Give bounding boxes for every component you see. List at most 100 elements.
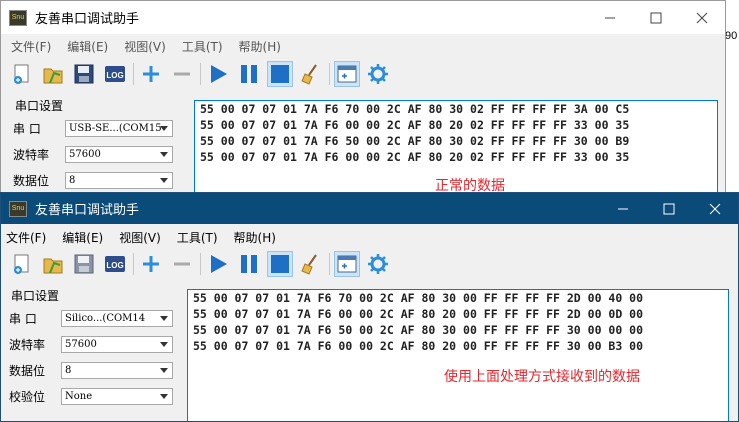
play-icon [211,255,227,273]
port-select[interactable]: Silico...(COM14 [61,309,173,327]
port-value: Silico...(COM14 [65,312,146,324]
databits-row: 数据位 8 [7,357,177,383]
menu-view[interactable]: 视图(V) [119,229,161,246]
maximize-icon [650,12,662,23]
broom-icon [301,254,317,275]
menu-edit[interactable]: 编辑(E) [67,38,108,55]
close-button[interactable] [679,1,725,34]
received-line: 55 00 07 07 01 7A F6 50 00 2C AF 80 30 0… [200,134,630,148]
window-title: 友善串口调试助手 [35,203,140,218]
received-line: 55 00 07 07 01 7A F6 50 00 2C AF 80 30 0… [193,323,644,337]
annotation-processed-data: 使用上面处理方式接收到的数据 [444,369,640,385]
menu-help[interactable]: 帮助(H) [239,38,281,55]
open-button[interactable] [40,61,66,87]
baud-select[interactable]: 57600 [65,145,173,163]
menu-edit[interactable]: 编辑(E) [62,229,103,246]
title-bar[interactable]: Snu 友善串口调试助手 [1,1,725,34]
received-line: 55 00 07 07 01 7A F6 00 00 2C AF 80 20 0… [200,118,630,132]
window-title: 友善串口调试助手 [35,12,140,27]
settings-button[interactable] [365,251,391,277]
pause-button[interactable] [236,251,262,277]
save-button[interactable] [71,61,97,87]
pause-button[interactable] [236,61,262,87]
toolbar-separator [329,63,330,85]
log-icon: LOG [105,256,125,272]
log-button[interactable]: LOG [102,61,128,87]
received-line: 55 00 07 07 01 7A F6 00 00 2C AF 80 20 0… [200,150,630,164]
svg-text:LOG: LOG [106,71,123,80]
minimize-button[interactable] [587,1,633,34]
pause-icon [241,65,257,83]
chevron-down-icon [160,125,168,131]
front-window: Snu 友善串口调试助手 文件(F) 编辑(E) 视图(V) 工具(T) 帮助(… [0,192,739,422]
remove-button[interactable] [169,61,195,87]
clear-button[interactable] [298,251,324,277]
start-button[interactable] [205,61,231,87]
close-icon [696,12,708,23]
parity-label: 校验位 [9,389,46,404]
save-button[interactable] [71,251,97,277]
receive-area[interactable]: 55 00 07 07 01 7A F6 70 00 2C AF 80 30 0… [194,100,718,195]
port-label: 串 口 [13,121,41,136]
port-select[interactable]: USB-SE...(COM15 [65,119,173,137]
baud-select[interactable]: 57600 [61,335,173,353]
parity-select[interactable]: None [61,387,173,405]
databits-select[interactable]: 8 [65,171,173,189]
settings-group-title: 串口设置 [11,289,60,303]
title-bar[interactable]: Snu 友善串口调试助手 [1,193,738,224]
app-icon: Snu [9,200,27,217]
port-label: 串 口 [9,311,37,326]
serial-settings-panel: 串口设置 串 口 Silico...(COM14 波特率 57600 数据位 8… [7,287,177,409]
clear-button[interactable] [298,61,324,87]
stop-button[interactable] [267,61,293,87]
window-layout-icon [337,65,357,83]
databits-row: 数据位 8 [11,167,181,193]
stop-button[interactable] [267,251,293,277]
pause-icon [241,255,257,273]
chevron-down-icon [160,367,168,373]
menu-view[interactable]: 视图(V) [124,38,166,55]
window-mode-button[interactable] [334,61,360,87]
add-button[interactable] [138,251,164,277]
close-button[interactable] [692,193,738,224]
minus-icon [174,262,190,266]
broom-icon [301,64,317,85]
menu-tools[interactable]: 工具(T) [177,229,218,246]
receive-area[interactable]: 55 00 07 07 01 7A F6 70 00 2C AF 80 30 0… [187,289,729,421]
new-button[interactable] [9,61,35,87]
baud-row: 波特率 57600 [11,141,181,167]
maximize-button[interactable] [633,1,679,34]
start-button[interactable] [205,251,231,277]
toolbar-separator [133,63,134,85]
parity-value: None [65,390,93,402]
stop-icon [271,255,289,273]
baud-row: 波特率 57600 [7,331,177,357]
toolbar-separator [133,253,134,275]
open-folder-icon [43,68,63,84]
play-icon [211,65,227,83]
port-row: 串 口 Silico...(COM14 [7,305,177,331]
open-button[interactable] [40,251,66,277]
menu-file[interactable]: 文件(F) [11,38,51,55]
menu-help[interactable]: 帮助(H) [234,229,276,246]
save-disk-icon [74,64,94,84]
open-folder-icon [43,258,63,274]
received-line: 55 00 07 07 01 7A F6 00 00 2C AF 80 20 0… [193,339,644,353]
minimize-button[interactable] [600,193,646,224]
databits-select[interactable]: 8 [61,361,173,379]
log-button[interactable]: LOG [102,251,128,277]
menu-file[interactable]: 文件(F) [6,229,46,246]
app-icon: Snu [9,9,27,26]
settings-button[interactable] [365,61,391,87]
window-mode-button[interactable] [334,251,360,277]
new-button[interactable] [9,251,35,277]
menu-tools[interactable]: 工具(T) [182,38,223,55]
received-line: 55 00 07 07 01 7A F6 00 00 2C AF 80 20 0… [193,307,644,321]
databits-label: 数据位 [9,363,46,378]
remove-button[interactable] [169,251,195,277]
databits-value: 8 [69,174,76,186]
minus-icon [174,72,190,76]
maximize-button[interactable] [646,193,692,224]
svg-text:LOG: LOG [106,261,123,270]
add-button[interactable] [138,61,164,87]
